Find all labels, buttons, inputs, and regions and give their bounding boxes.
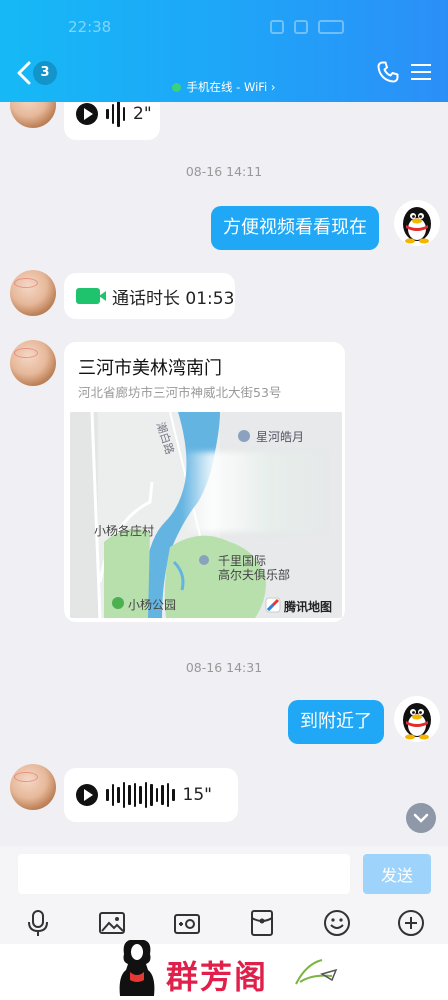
outgoing-message[interactable]: 到附近了 [288,700,384,744]
phone-icon[interactable] [376,60,400,84]
online-dot-icon [172,83,182,92]
timestamp: 08-16 14:11 [185,164,263,179]
map-label-park: 小杨公园 [128,598,177,612]
scroll-down-button[interactable] [406,803,436,833]
my-avatar[interactable] [394,696,440,742]
status-time: 22:38 [68,18,112,36]
penguin-avatar-icon [403,703,431,740]
location-address: 河北省廊坊市三河市神威北大街53号 [78,385,282,400]
friend-avatar[interactable] [10,764,56,810]
alarm-icon [270,20,284,34]
voice-wave-icon [106,101,125,127]
camera-icon[interactable] [172,908,202,938]
timestamp: 08-16 14:31 [185,660,263,675]
menu-icon[interactable] [411,64,431,80]
video-call-record[interactable]: 通话时长 01:53 [64,273,235,319]
emoji-icon[interactable] [322,908,352,938]
online-status-text: 手机在线 - WiFi [186,80,268,94]
friend-avatar[interactable] [10,340,56,386]
image-icon[interactable] [97,908,127,938]
map-label-poi: 星河皓月 [256,430,305,444]
input-bar: 发送 [0,846,448,902]
voice-wave-icon [106,782,175,808]
battery-icon [318,20,344,34]
location-map[interactable]: 星河皓月 潮白路 小杨各庄村 千里国际 高尔夫俱乐部 小杨公园 腾讯地图 [70,412,342,618]
microphone-icon[interactable] [23,908,53,938]
video-camera-icon [76,288,106,304]
chevron-right-icon: › [270,80,276,94]
map-label-village: 小杨各庄村 [94,524,155,538]
signal-icon [294,20,308,34]
voice-message[interactable]: 15" [64,768,238,822]
watermark-text: 群芳阁 [166,958,269,996]
outgoing-message[interactable]: 方便视频看看现在 [211,206,379,250]
my-avatar[interactable] [394,200,440,246]
voice-duration: 2" [133,104,152,124]
send-button[interactable]: 发送 [363,854,431,894]
plus-icon[interactable] [396,908,426,938]
woman-figure-icon [119,940,155,996]
location-title: 三河市美林湾南门 [78,358,222,379]
status-icons [270,20,344,34]
map-provider-logo: 腾讯地图 [284,600,333,614]
message-input[interactable] [18,854,350,894]
chat-screen: 22:38 3 手机在线 - WiFi › 2" 08-16 14:11 方便视… [0,0,448,1000]
chevron-down-icon [413,813,429,823]
penguin-avatar-icon [403,207,431,244]
orchid-icon [295,959,338,985]
map-label-golf-2: 高尔夫俱乐部 [218,568,291,582]
call-duration-text: 通话时长 01:53 [112,288,235,309]
friend-avatar[interactable] [10,270,56,316]
map-blur-overlay [182,452,330,532]
red-packet-icon[interactable] [247,908,277,938]
chat-header: 22:38 3 手机在线 - WiFi › [0,0,448,102]
watermark: 群芳阁 [0,940,448,1000]
play-icon[interactable] [76,103,98,125]
input-toolbar [0,902,448,944]
play-icon[interactable] [76,784,98,806]
voice-duration: 15" [182,785,212,805]
location-card[interactable]: 三河市美林湾南门 河北省廊坊市三河市神威北大街53号 星河皓月 潮白路 小杨各庄… [64,342,345,622]
